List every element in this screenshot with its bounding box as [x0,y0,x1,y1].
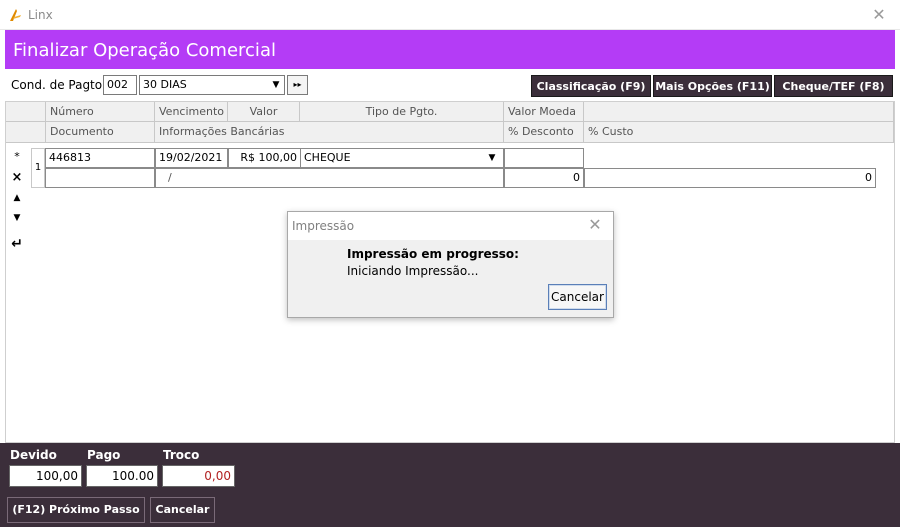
enter-icon[interactable]: ↵ [10,237,24,251]
chevron-down-icon[interactable]: ▼ [268,76,284,94]
valor-moeda-input[interactable] [504,148,584,168]
linx-logo-icon [7,7,23,23]
page-title: Finalizar Operação Comercial [13,40,276,61]
dialog-cancel-button[interactable]: Cancelar [548,284,607,310]
move-up-icon[interactable]: ▲ [10,191,24,205]
troco-value: 0,00 [162,465,235,487]
pago-input[interactable]: 100.00 [86,465,158,487]
payment-condition-label: Cond. de Pagto [11,78,103,92]
column-header-vencimento: Vencimento [155,102,228,122]
dialog-title: Impressão [292,219,355,233]
column-header-valor-moeda: Valor Moeda [504,102,584,122]
desconto-input[interactable]: 0 [504,168,584,188]
column-header-desconto: % Desconto [504,122,584,143]
numero-input[interactable]: 446813 [45,148,155,168]
move-down-icon[interactable]: ▼ [10,211,24,225]
cancel-button[interactable]: Cancelar [150,497,215,523]
tipo-pgto-select[interactable]: CHEQUE [300,148,504,168]
window-title: Linx [28,8,53,22]
delete-row-icon[interactable]: × [10,171,24,185]
dialog-close-icon[interactable]: ✕ [585,215,605,235]
add-row-icon[interactable]: * [10,150,24,164]
mais-opcoes-button[interactable]: Mais Opções (F11) [653,75,772,97]
window-titlebar [0,0,900,30]
dialog-heading: Impressão em progresso: [347,247,519,261]
dialog-message: Iniciando Impressão... [347,264,479,278]
grid-header-filler [584,102,894,122]
vencimento-input[interactable]: 19/02/2021 [155,148,228,168]
column-header-numero: Número [46,102,155,122]
devido-label: Devido [10,448,57,462]
column-header-documento: Documento [46,122,155,143]
chevron-down-icon[interactable]: ▼ [484,150,500,166]
column-header-valor: Valor [228,102,300,122]
column-header-tipo-pgto: Tipo de Pgto. [300,102,504,122]
close-window-icon[interactable]: ✕ [868,4,890,26]
grid-corner [6,102,46,122]
column-header-custo: % Custo [584,122,894,143]
next-step-button[interactable]: (F12) Próximo Passo [7,497,145,523]
payment-condition-select[interactable]: 30 DIAS [139,75,285,95]
info-bancarias-input[interactable]: / [155,168,504,188]
documento-input[interactable] [45,168,155,188]
devido-value: 100,00 [9,465,82,487]
custo-input[interactable]: 0 [584,168,876,188]
valor-input[interactable]: R$ 100,00 [228,148,301,168]
next-condition-button[interactable]: ▸▸ [287,75,308,95]
cheque-tef-button[interactable]: Cheque/TEF (F8) [774,75,893,97]
payment-condition-code-input[interactable]: 002 [103,75,137,95]
troco-label: Troco [163,448,200,462]
grid-corner-2 [6,122,46,143]
column-header-info-bancarias: Informações Bancárias [155,122,504,143]
pago-label: Pago [87,448,121,462]
row-index: 1 [31,148,45,188]
classificacao-button[interactable]: Classificação (F9) [531,75,651,97]
